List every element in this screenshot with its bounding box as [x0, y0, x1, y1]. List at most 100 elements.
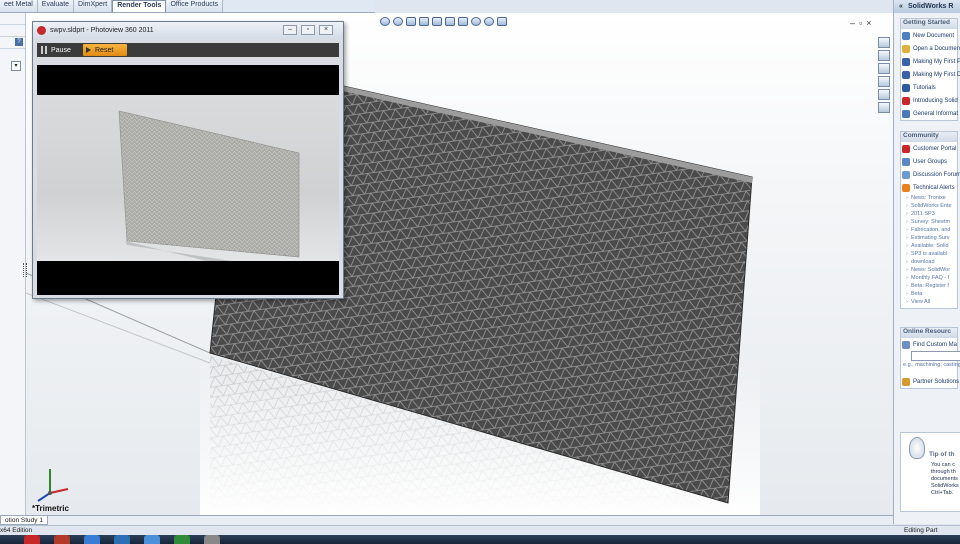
- news-item[interactable]: Fabrication, and: [901, 226, 957, 234]
- close-icon[interactable]: ×: [866, 18, 871, 28]
- panel-splitter[interactable]: [23, 263, 27, 277]
- feature-manager-panel[interactable]: ? ▾: [0, 13, 27, 515]
- tab-dimxpert[interactable]: DimXpert: [74, 0, 113, 12]
- community-item-link[interactable]: User Groups: [901, 155, 957, 168]
- restore-icon[interactable]: ▫: [301, 25, 315, 35]
- motion-study-tabs: otion Study 1: [0, 515, 893, 525]
- play-icon: [86, 47, 91, 53]
- community-item-icon: [902, 157, 910, 166]
- news-item[interactable]: SolidWorks Ente: [901, 202, 957, 210]
- apply-scene-icon[interactable]: [484, 17, 494, 26]
- zoom-to-fit-icon[interactable]: [380, 17, 390, 26]
- photoview-titlebar[interactable]: swpv.sldprt - Photoview 360 2011 – ▫ ×: [33, 22, 343, 39]
- tab-office-products[interactable]: Office Products: [166, 0, 224, 12]
- editing-status: Editing Part: [904, 527, 938, 534]
- hide-show-icon[interactable]: [458, 17, 468, 26]
- getting-started-item-link[interactable]: Making My First P: [901, 55, 960, 68]
- minimize-icon[interactable]: –: [850, 18, 855, 28]
- partner-solutions-link[interactable]: Partner Solutions: [901, 375, 959, 388]
- search-hint: e.g., machining, casting: [903, 362, 960, 368]
- community-item-link[interactable]: Technical Alerts: [901, 181, 957, 194]
- getting-started-item-icon: [902, 70, 910, 79]
- previous-view-icon[interactable]: [406, 17, 416, 26]
- tip-of-the-day: Tip of th You can c through th documents…: [900, 432, 960, 512]
- find-manufacturer-link[interactable]: Find Custom Ma: [901, 338, 957, 351]
- getting-started-item-icon: [902, 109, 910, 118]
- news-item[interactable]: Beta: [901, 290, 957, 298]
- news-item[interactable]: Monthly FAQ - I: [901, 274, 957, 282]
- restore-icon[interactable]: ▫: [859, 18, 862, 28]
- getting-started-item-link[interactable]: Introducing Solid: [901, 94, 958, 107]
- getting-started-item-link[interactable]: Making My First D: [901, 68, 960, 81]
- chevron-down-icon[interactable]: ▾: [11, 61, 21, 71]
- search-icon[interactable]: [878, 76, 890, 87]
- getting-started-item-icon: [902, 83, 910, 92]
- taskbar-app-icon[interactable]: [84, 535, 100, 544]
- getting-started-section: Getting Started New Document Open a Docum…: [900, 18, 960, 121]
- taskbar-app-icon[interactable]: [144, 535, 160, 544]
- home-icon[interactable]: [878, 37, 890, 48]
- section-view-icon[interactable]: [419, 17, 429, 26]
- community-item-icon: [902, 183, 910, 192]
- getting-started-item-icon: [902, 31, 910, 40]
- pause-icon: [41, 46, 47, 54]
- photoview-window[interactable]: swpv.sldprt - Photoview 360 2011 – ▫ × P…: [32, 21, 344, 299]
- collapse-icon[interactable]: «: [894, 3, 908, 10]
- news-item[interactable]: View All: [901, 298, 957, 306]
- command-manager-tabs: eet Metal Evaluate DimXpert Render Tools…: [0, 0, 375, 13]
- community-section: Community Customer Portal User Groups Disc…: [900, 131, 960, 309]
- zoom-area-icon[interactable]: [393, 17, 403, 26]
- getting-started-item-link[interactable]: Tutorials: [901, 81, 957, 94]
- appearances-icon[interactable]: [878, 89, 890, 100]
- taskbar-app-icon[interactable]: [174, 535, 190, 544]
- help-icon[interactable]: ?: [15, 38, 23, 46]
- display-style-icon[interactable]: [445, 17, 455, 26]
- getting-started-item-link[interactable]: New Document: [901, 29, 957, 42]
- online-resources-section: Online Resourc Find Custom Ma e.g., mach…: [900, 327, 960, 389]
- edit-appearance-icon[interactable]: [471, 17, 481, 26]
- tab-motion-study[interactable]: otion Study 1: [0, 516, 48, 525]
- taskbar-app-icon[interactable]: [204, 535, 220, 544]
- news-item[interactable]: Survey: Sheetm: [901, 218, 957, 226]
- pause-button[interactable]: Pause: [37, 43, 83, 57]
- view-orientation-label: *Trimetric: [32, 504, 69, 513]
- news-item[interactable]: Estimating Surv: [901, 234, 957, 242]
- lightbulb-icon: [909, 437, 925, 459]
- news-item[interactable]: Available: Solid: [901, 242, 957, 250]
- getting-started-item-link[interactable]: Open a Document: [901, 42, 960, 55]
- news-item[interactable]: News: Tronixe: [901, 194, 957, 202]
- file-explorer-icon[interactable]: [878, 63, 890, 74]
- tab-evaluate[interactable]: Evaluate: [37, 0, 75, 12]
- getting-started-item-link[interactable]: General Informat: [901, 107, 958, 120]
- reset-button[interactable]: Reset: [83, 44, 127, 56]
- news-item[interactable]: SP3 is availabl: [901, 250, 957, 258]
- taskbar-app-icon[interactable]: [24, 535, 40, 544]
- view-orientation-icon[interactable]: [432, 17, 442, 26]
- news-item[interactable]: News: SolidWor: [901, 266, 957, 274]
- search-icon: [902, 340, 910, 349]
- photoview-title: swpv.sldprt - Photoview 360 2011: [50, 27, 154, 34]
- close-icon[interactable]: ×: [319, 25, 333, 35]
- custom-properties-icon[interactable]: [878, 102, 890, 113]
- taskbar-app-icon[interactable]: [54, 535, 70, 544]
- view-settings-icon[interactable]: [497, 17, 507, 26]
- tab-render-tools[interactable]: Render Tools: [112, 0, 167, 12]
- getting-started-item-icon: [902, 96, 910, 105]
- news-item[interactable]: Beta: Register f: [901, 282, 957, 290]
- getting-started-item-icon: [902, 57, 910, 66]
- minimize-icon[interactable]: –: [283, 25, 297, 35]
- community-item-icon: [902, 144, 910, 153]
- taskbar-app-icon[interactable]: [114, 535, 130, 544]
- find-manufacturer-input[interactable]: [911, 351, 960, 361]
- community-item-link[interactable]: Customer Portal: [901, 142, 957, 155]
- tab-sheet-metal[interactable]: eet Metal: [0, 0, 38, 12]
- design-library-icon[interactable]: [878, 50, 890, 61]
- getting-started-item-icon: [902, 44, 910, 53]
- partner-icon: [902, 377, 910, 386]
- viewport-window-controls: – ▫ ×: [850, 18, 871, 28]
- news-item[interactable]: 2011 SP3: [901, 210, 957, 218]
- heads-up-toolbar: [380, 17, 507, 26]
- news-item[interactable]: download: [901, 258, 957, 266]
- community-item-link[interactable]: Discussion Forum: [901, 168, 960, 181]
- community-item-icon: [902, 170, 910, 179]
